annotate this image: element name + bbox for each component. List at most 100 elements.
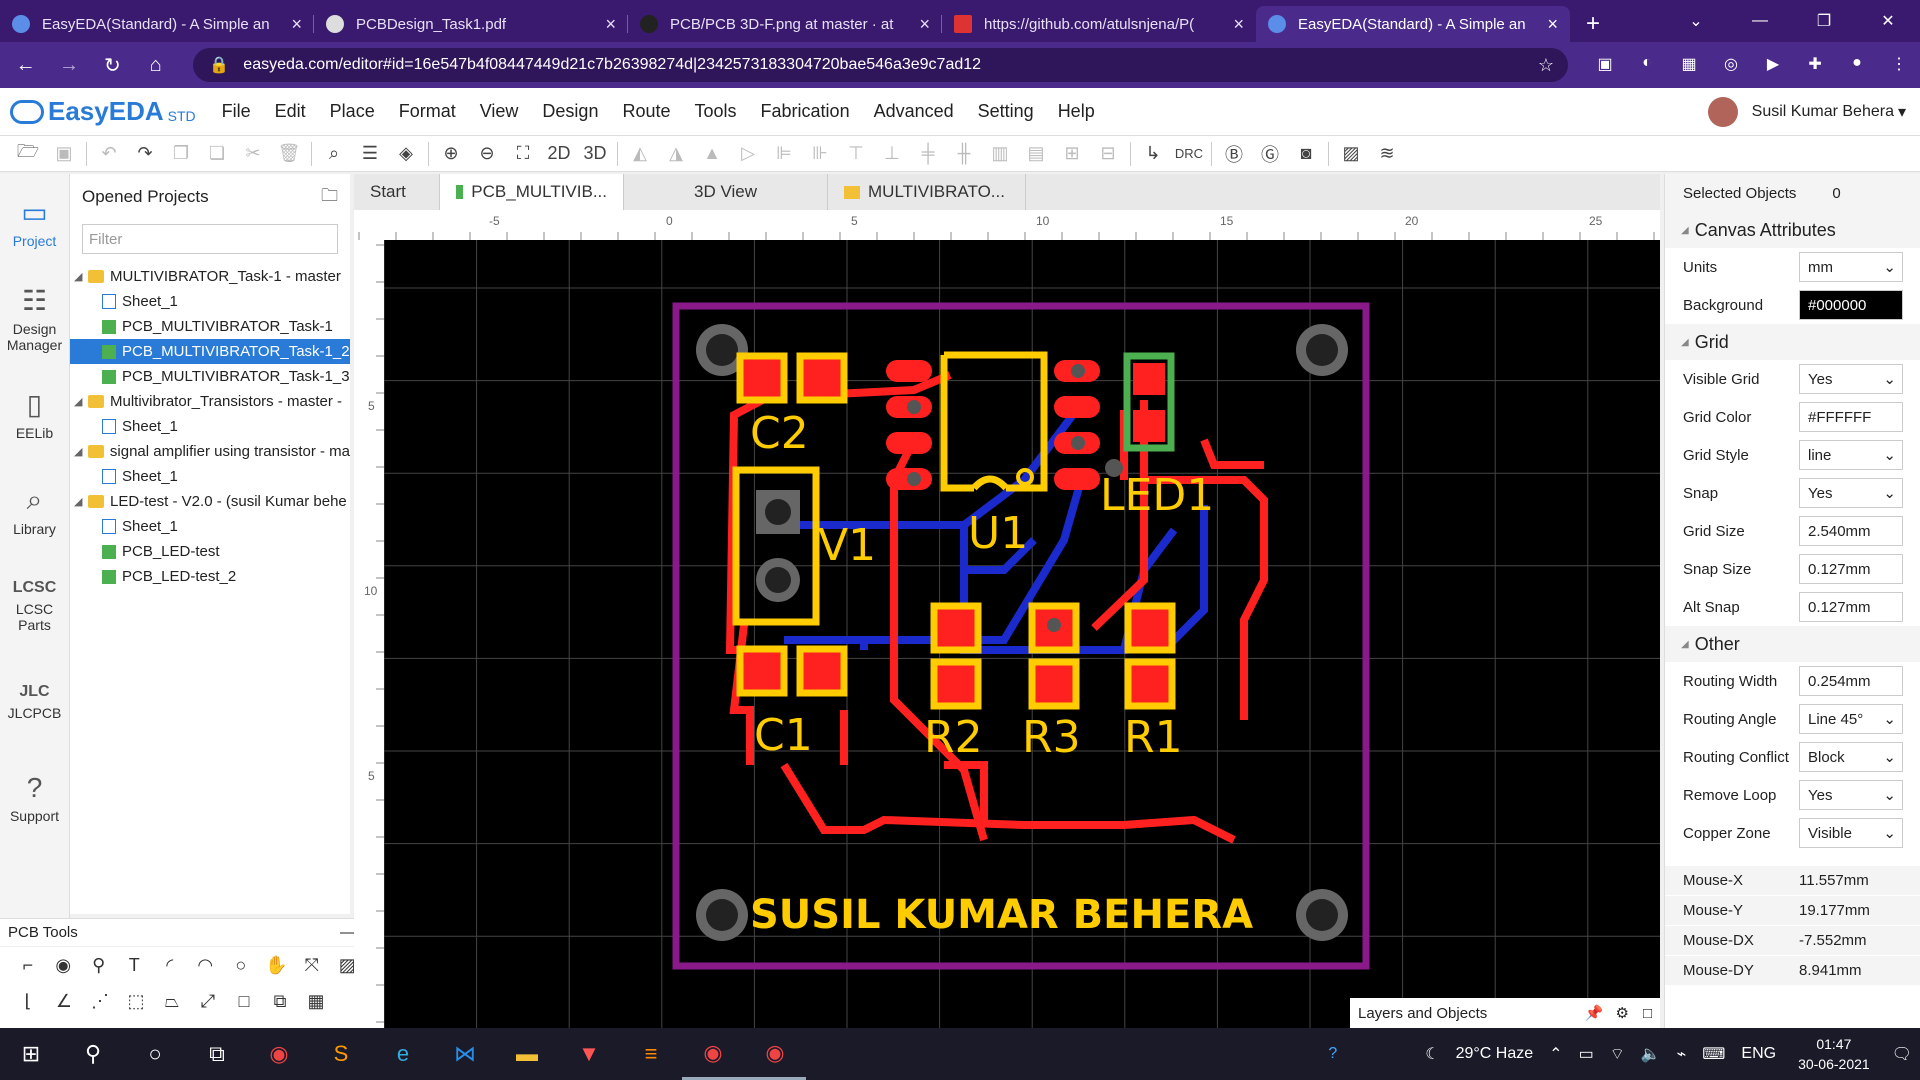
tree-item[interactable]: ◢ LED-test - V2.0 - (susil Kumar behe	[70, 489, 350, 514]
copper-area-tool-icon[interactable]: ⧉	[262, 991, 298, 1012]
track-tool-icon[interactable]: ⌐	[10, 955, 46, 976]
paste-icon[interactable]: ❏	[199, 139, 235, 169]
flip-icon[interactable]: ◮	[658, 139, 694, 169]
browser-tab[interactable]: https://github.com/atulsnjena/P(×	[942, 6, 1256, 42]
units-select[interactable]: mm ⌄	[1799, 252, 1903, 282]
edge-icon[interactable]: e	[372, 1028, 434, 1080]
ungroup-icon[interactable]: ⊟	[1090, 139, 1126, 169]
nav-support[interactable]: ? Support	[0, 750, 69, 846]
extension-icon[interactable]: ◐	[1632, 54, 1662, 76]
view-2d-button[interactable]: 2D	[541, 139, 577, 169]
arc2-tool-icon[interactable]: ◠	[188, 955, 224, 976]
close-tab-icon[interactable]: ×	[1233, 14, 1244, 35]
redo-icon[interactable]: ↷	[127, 139, 163, 169]
battery-icon[interactable]: ▭	[1579, 1044, 1594, 1064]
visible-grid-select[interactable]: Yes ⌄	[1799, 364, 1903, 394]
chrome-window-icon[interactable]: ◉	[682, 1028, 744, 1080]
find-icon[interactable]: ☰	[352, 139, 388, 169]
grid-style-select[interactable]: line ⌄	[1799, 440, 1903, 470]
volume-icon[interactable]: 🔈	[1641, 1044, 1661, 1064]
menu-advanced[interactable]: Advanced	[862, 101, 966, 122]
snap-select[interactable]: Yes ⌄	[1799, 478, 1903, 508]
tree-item[interactable]: ◢ MULTIVIBRATOR_Task-1 - master	[70, 264, 350, 289]
tree-item[interactable]: Sheet_1	[70, 414, 350, 439]
user-menu[interactable]: Susil Kumar Behera ▾	[1707, 96, 1906, 127]
gerber-icon[interactable]: Ⓖ	[1252, 139, 1288, 169]
chrome-window-icon[interactable]: ◉	[744, 1028, 806, 1080]
maximize-icon[interactable]: □	[1643, 1005, 1652, 1022]
align-right-icon[interactable]: ⊪	[802, 139, 838, 169]
vscode-icon[interactable]: ⋈	[434, 1028, 496, 1080]
rect-tool-icon[interactable]: □	[226, 991, 262, 1012]
remove-loop-select[interactable]: Yes ⌄	[1799, 780, 1903, 810]
cortana-icon[interactable]: ○	[124, 1028, 186, 1080]
tab-search-icon[interactable]: ⌄	[1664, 11, 1728, 31]
mirror-icon[interactable]: ▲	[694, 139, 730, 169]
tab-pcb[interactable]: PCB_MULTIVIB...	[440, 174, 624, 210]
menu-help[interactable]: Help	[1046, 101, 1107, 122]
pan-tool-icon[interactable]: ✋	[259, 955, 295, 976]
folder-icon[interactable]: 🗀	[321, 183, 338, 212]
group-icon[interactable]: ⊞	[1054, 139, 1090, 169]
close-window-icon[interactable]: ✕	[1856, 11, 1920, 31]
delete-icon[interactable]: 🗑	[271, 139, 307, 169]
clock[interactable]: 01:47 30-06-2021	[1798, 1034, 1870, 1074]
align-bottom-icon[interactable]: ⊥	[874, 139, 910, 169]
tab-project[interactable]: MULTIVIBRATO...	[828, 174, 1026, 210]
browser-tab[interactable]: PCBDesign_Task1.pdf ×	[314, 6, 628, 42]
menu-setting[interactable]: Setting	[966, 101, 1046, 122]
tree-item[interactable]: PCB_LED-test	[70, 539, 350, 564]
menu-fabrication[interactable]: Fabrication	[749, 101, 862, 122]
close-tab-icon[interactable]: ×	[1547, 14, 1558, 35]
copy-icon[interactable]: ❐	[163, 139, 199, 169]
save-icon[interactable]: ▣	[46, 139, 82, 169]
fit-view-icon[interactable]: ⛶	[505, 139, 541, 169]
pcb-drawing[interactable]: C2 C1 V1 U1 LED1 R2 R3 R1 SUSIL KUMAR BE…	[384, 240, 1660, 1028]
layers-icon[interactable]: ≋	[1369, 139, 1405, 169]
zoom-out-icon[interactable]: ⊖	[469, 139, 505, 169]
menu-dots-icon[interactable]: ⋮	[1884, 54, 1914, 76]
task-view-icon[interactable]: ⧉	[186, 1028, 248, 1080]
snap-size-input[interactable]: 0.127mm	[1799, 554, 1903, 584]
grid-color-input[interactable]: #FFFFFF	[1799, 402, 1903, 432]
dimension-tool-icon[interactable]: ∠	[46, 991, 82, 1012]
browser-tab[interactable]: PCB/PCB 3D-F.png at master · at ×	[628, 6, 942, 42]
import-icon[interactable]: ↳	[1135, 139, 1171, 169]
via-tool-icon[interactable]: ⚲	[81, 955, 117, 976]
align-top-icon[interactable]: ⊤	[838, 139, 874, 169]
tree-item[interactable]: PCB_MULTIVIBRATOR_Task-1	[70, 314, 350, 339]
url-field[interactable]: 🔒 easyeda.com/editor#id=16e547b4f0844744…	[193, 48, 1569, 82]
gear-icon[interactable]: ⚙	[1615, 1004, 1628, 1022]
routing-width-input[interactable]: 0.254mm	[1799, 666, 1903, 696]
copper-zone-select[interactable]: Visible ⌄	[1799, 818, 1903, 848]
routing-angle-select[interactable]: Line 45° ⌄	[1799, 704, 1903, 734]
rotate-icon[interactable]: ◭	[622, 139, 658, 169]
menu-format[interactable]: Format	[387, 101, 468, 122]
extension-icon[interactable]: ▦	[1674, 54, 1704, 76]
tree-item[interactable]: ◢ signal amplifier using transistor - ma	[70, 439, 350, 464]
help-icon[interactable]: ?	[1328, 1045, 1337, 1063]
table-tool-icon[interactable]: ▦	[298, 991, 334, 1012]
teardrop-tool-icon[interactable]: ⤢	[190, 991, 226, 1012]
search-icon[interactable]: ⚲	[62, 1028, 124, 1080]
pin-icon[interactable]: 📌	[1585, 1004, 1604, 1022]
profile-avatar-icon[interactable]: ●	[1842, 54, 1872, 76]
align-left-icon[interactable]: ⊫	[766, 139, 802, 169]
text-tool-icon[interactable]: T	[117, 955, 153, 976]
windows-start-icon[interactable]: ⊞	[0, 1028, 62, 1080]
keyboard-icon[interactable]: ⌨	[1702, 1044, 1725, 1064]
filter-input[interactable]: Filter	[82, 224, 338, 254]
tab-start[interactable]: Start	[354, 174, 440, 210]
extension-icon[interactable]: ▣	[1590, 54, 1620, 76]
photo-view-icon[interactable]: ◙	[1288, 139, 1324, 169]
pad-tool-icon[interactable]: ◉	[46, 955, 82, 976]
weather-text[interactable]: 29°C Haze	[1456, 1045, 1534, 1063]
menu-place[interactable]: Place	[318, 101, 387, 122]
language-indicator[interactable]: ENG	[1741, 1045, 1776, 1063]
home-icon[interactable]: ⌂	[138, 54, 173, 77]
new-tab-icon[interactable]: +	[1586, 6, 1600, 42]
nav-design-manager[interactable]: ☷ Design Manager	[0, 270, 69, 366]
bom-icon[interactable]: Ⓑ	[1216, 139, 1252, 169]
tree-item[interactable]: Sheet_1	[70, 514, 350, 539]
cut-icon[interactable]: ✂	[235, 139, 271, 169]
